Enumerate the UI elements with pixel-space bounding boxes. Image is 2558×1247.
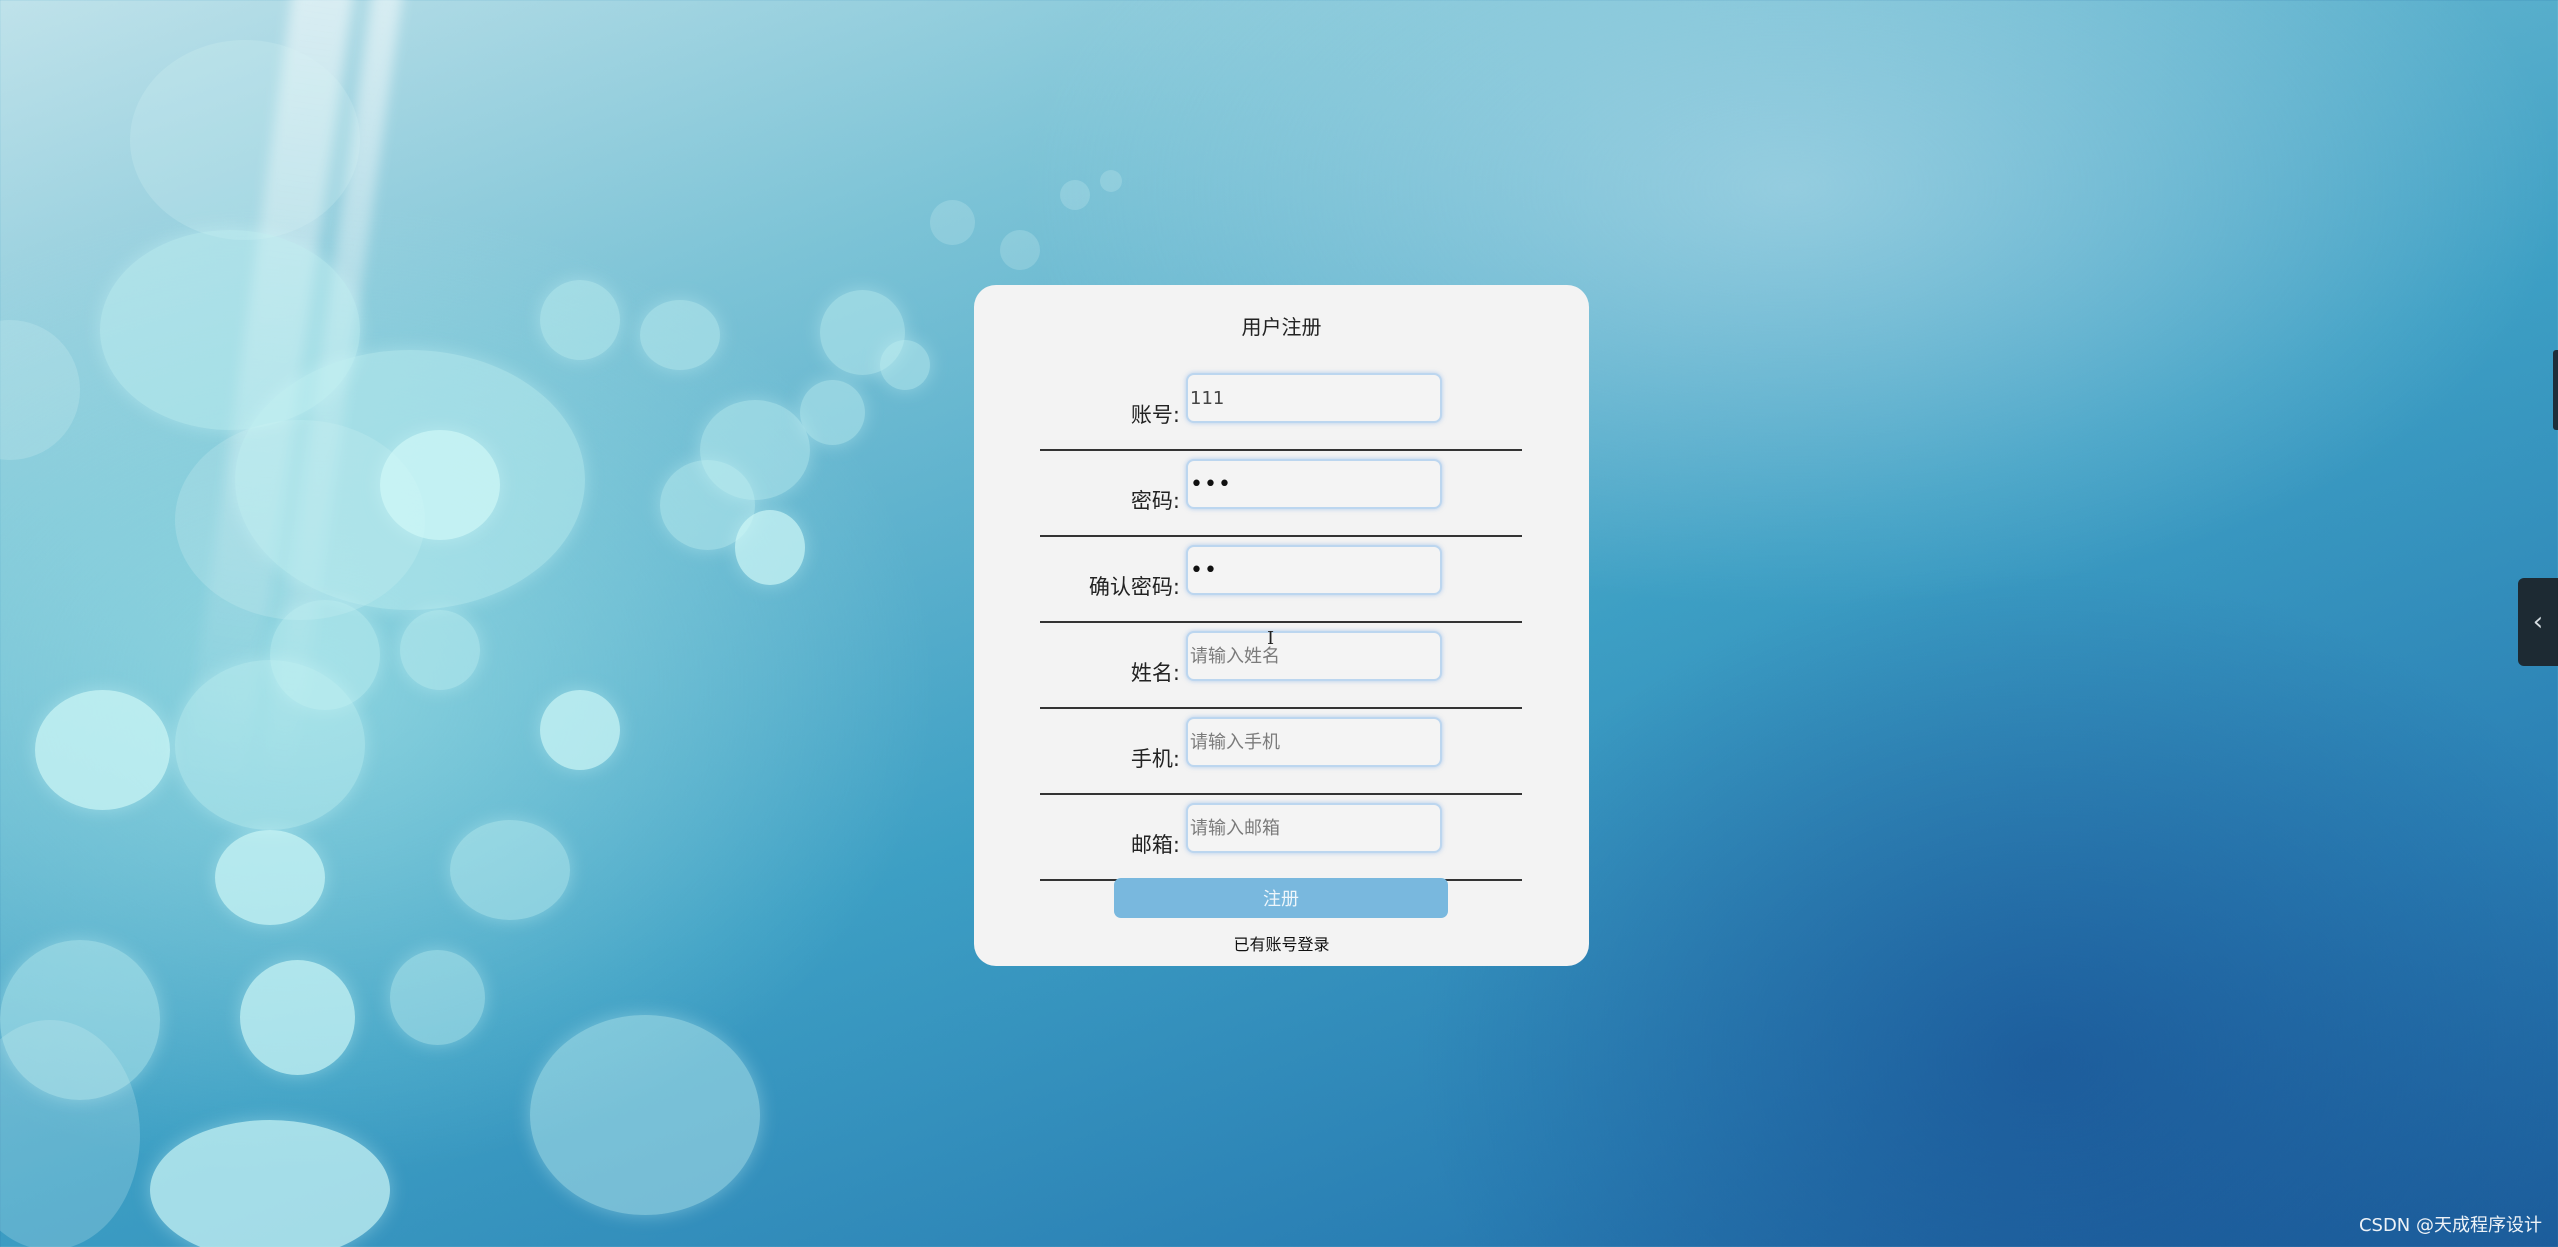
phone-label: 手机:: [1130, 747, 1180, 771]
email-input[interactable]: [1186, 803, 1442, 853]
bokeh-circle: [215, 830, 325, 925]
bokeh-circle: [450, 820, 570, 920]
form-title: 用户注册: [1241, 315, 1322, 339]
name-label: 姓名:: [1130, 661, 1180, 685]
bokeh-circle: [130, 40, 360, 240]
watermark: CSDN @天成程序设计: [2358, 1215, 2542, 1236]
confirm-password-label: 确认密码:: [1088, 575, 1180, 599]
register-card: 用户注册 账号: 密码: 确认密码: 姓名: 手机: 邮箱: 注册 已有账号登录: [974, 285, 1589, 966]
text-cursor-icon: I: [1267, 628, 1275, 649]
bokeh-circle: [530, 1015, 760, 1215]
side-panel-toggle[interactable]: ‹: [2518, 578, 2558, 666]
edge-handle[interactable]: [2553, 350, 2558, 430]
password-input[interactable]: [1186, 459, 1442, 509]
account-input[interactable]: [1186, 373, 1442, 423]
name-row: 姓名:: [1040, 623, 1522, 709]
name-input[interactable]: [1186, 631, 1442, 681]
bokeh-circle: [1000, 230, 1040, 270]
bokeh-circle: [400, 610, 480, 690]
bokeh-circle: [150, 1120, 390, 1247]
password-label: 密码:: [1130, 489, 1180, 513]
confirm-password-row: 确认密码:: [1040, 537, 1522, 623]
bokeh-circle: [380, 430, 500, 540]
bokeh-circle: [540, 690, 620, 770]
phone-input[interactable]: [1186, 717, 1442, 767]
bokeh-circle: [240, 960, 355, 1075]
phone-row: 手机:: [1040, 709, 1522, 795]
bokeh-circle: [700, 400, 810, 500]
account-row: 账号:: [1040, 365, 1522, 451]
bokeh-circle: [390, 950, 485, 1045]
password-row: 密码:: [1040, 451, 1522, 537]
login-link[interactable]: 已有账号登录: [974, 931, 1589, 955]
bokeh-circle: [735, 510, 805, 585]
bokeh-circle: [930, 200, 975, 245]
bokeh-circle: [175, 660, 365, 830]
bokeh-circle: [1100, 170, 1122, 192]
bokeh-circle: [540, 280, 620, 360]
bokeh-circle: [640, 300, 720, 370]
bokeh-circle: [880, 340, 930, 390]
account-label: 账号:: [1130, 403, 1180, 427]
chevron-left-icon: ‹: [2532, 607, 2544, 637]
bokeh-circle: [35, 690, 170, 810]
email-label: 邮箱:: [1130, 833, 1180, 857]
bokeh-circle: [0, 320, 80, 460]
email-row: 邮箱:: [1040, 795, 1522, 881]
register-button[interactable]: 注册: [1114, 878, 1448, 918]
bokeh-circle: [800, 380, 865, 445]
confirm-password-input[interactable]: [1186, 545, 1442, 595]
bokeh-circle: [1060, 180, 1090, 210]
